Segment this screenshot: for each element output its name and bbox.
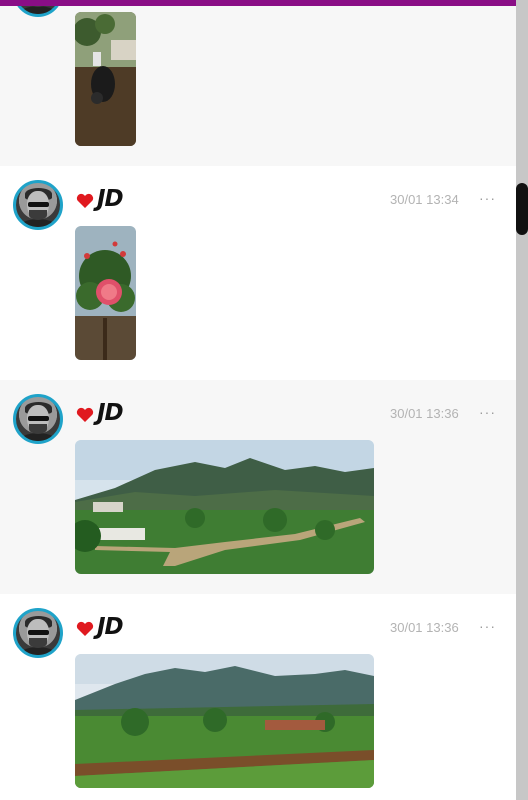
avatar[interactable]	[13, 608, 63, 658]
scrollbar-track[interactable]	[516, 0, 528, 800]
post-image[interactable]	[75, 654, 374, 788]
post-image[interactable]	[75, 226, 136, 360]
post-image[interactable]	[75, 440, 374, 574]
username[interactable]: JD	[97, 400, 124, 426]
feed-post: JD 30/01 13:36 ···	[0, 380, 516, 594]
top-bar	[0, 0, 516, 6]
post-timestamp: 30/01 13:34	[390, 192, 459, 207]
avatar[interactable]	[13, 394, 63, 444]
feed-post: JD 30/01 13:36 ···	[0, 594, 516, 800]
more-options-icon[interactable]: ···	[479, 618, 496, 634]
more-options-icon[interactable]: ···	[479, 404, 496, 420]
more-options-icon[interactable]: ···	[479, 190, 496, 206]
feed[interactable]: JD 30/01 13:34 ··· JD 30/01 13:36 ··· JD…	[0, 0, 516, 800]
heart-icon	[76, 407, 94, 422]
heart-icon	[76, 193, 94, 208]
post-timestamp: 30/01 13:36	[390, 620, 459, 635]
username[interactable]: JD	[97, 614, 124, 640]
feed-post: JD 30/01 13:34 ···	[0, 166, 516, 380]
feed-post	[0, 0, 516, 166]
heart-icon	[76, 621, 94, 636]
post-timestamp: 30/01 13:36	[390, 406, 459, 421]
username[interactable]: JD	[97, 186, 124, 212]
scrollbar-thumb[interactable]	[516, 183, 528, 235]
post-image[interactable]	[75, 12, 136, 146]
avatar[interactable]	[13, 180, 63, 230]
